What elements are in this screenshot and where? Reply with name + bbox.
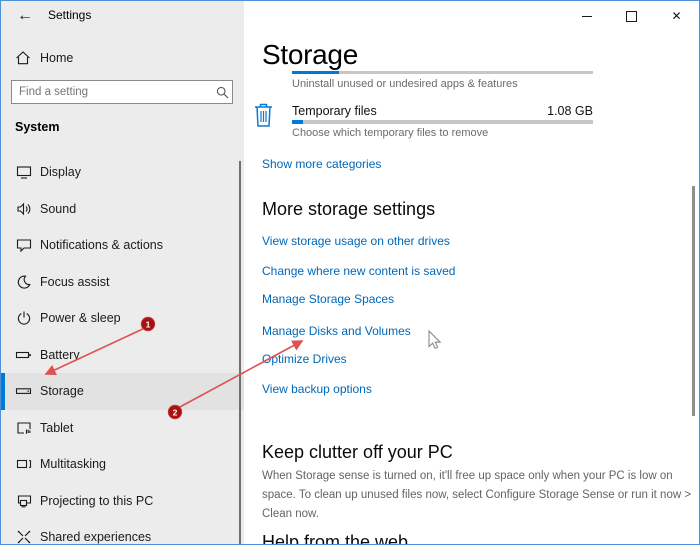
arrow-left-icon: ← — [17, 7, 33, 24]
projecting-icon — [15, 493, 32, 509]
temporary-files-bar — [292, 120, 593, 124]
sidebar-item-storage[interactable]: Storage — [1, 373, 244, 410]
close-button[interactable]: ✕ — [654, 1, 699, 31]
content-scrollbar[interactable] — [692, 186, 695, 416]
sidebar-nav: Display Sound Notifications & actions Fo… — [1, 154, 244, 545]
display-icon — [15, 164, 32, 180]
sidebar-item-notifications[interactable]: Notifications & actions — [1, 227, 244, 264]
change-content-saved-link[interactable]: Change where new content is saved — [262, 264, 455, 278]
maximize-button[interactable] — [609, 1, 654, 31]
sidebar-item-multitasking[interactable]: Multitasking — [1, 446, 244, 483]
maximize-icon — [626, 10, 637, 22]
multitasking-icon — [15, 456, 32, 472]
sidebar-item-focus-assist[interactable]: Focus assist — [1, 264, 244, 301]
keep-clutter-heading: Keep clutter off your PC — [262, 442, 453, 462]
sidebar-item-tablet[interactable]: Tablet — [1, 410, 244, 447]
sidebar-item-label: Storage — [40, 384, 84, 399]
trash-icon — [253, 101, 274, 133]
sound-icon — [15, 201, 32, 217]
temporary-files-bar-fill — [292, 120, 303, 124]
manage-storage-spaces-link[interactable]: Manage Storage Spaces — [262, 292, 394, 306]
storage-usage-caption: Uninstall unused or undesired apps & fea… — [292, 78, 518, 90]
window-controls: ✕ — [564, 1, 699, 31]
keep-clutter-body: When Storage sense is turned on, it'll f… — [262, 470, 692, 520]
storage-usage-bar-fill — [292, 71, 339, 74]
settings-window: ← Settings Home System — [0, 0, 700, 545]
sidebar-item-label: Home — [40, 51, 74, 65]
close-icon: ✕ — [671, 9, 682, 23]
battery-icon — [15, 347, 32, 363]
sidebar-item-label: Projecting to this PC — [40, 493, 154, 508]
titlebar: ← Settings — [1, 1, 244, 31]
sidebar-item-label: Display — [40, 165, 81, 180]
sidebar-item-sound[interactable]: Sound — [1, 191, 244, 228]
shared-experiences-icon — [15, 529, 32, 544]
back-button[interactable]: ← — [11, 3, 39, 29]
sidebar-item-projecting[interactable]: Projecting to this PC — [1, 483, 244, 520]
tablet-icon — [15, 420, 32, 436]
search-box[interactable] — [11, 80, 233, 104]
sidebar-item-home[interactable]: Home — [1, 41, 244, 75]
temporary-files-caption: Choose which temporary files to remove — [292, 127, 489, 139]
focus-assist-icon — [15, 274, 32, 290]
more-storage-settings-heading: More storage settings — [262, 199, 436, 219]
view-backup-options-link[interactable]: View backup options — [262, 382, 372, 396]
storage-icon — [15, 383, 32, 399]
power-sleep-icon — [15, 310, 32, 326]
sidebar-item-shared-experiences[interactable]: Shared experiences — [1, 519, 244, 545]
page-title: Storage — [262, 39, 358, 70]
help-from-web-heading: Help from the web — [262, 532, 409, 545]
sidebar-item-display[interactable]: Display — [1, 154, 244, 191]
view-storage-usage-link[interactable]: View storage usage on other drives — [262, 234, 450, 248]
search-input[interactable] — [12, 86, 212, 98]
sidebar-scrollbar[interactable] — [239, 161, 241, 544]
sidebar-item-label: Multitasking — [40, 457, 106, 472]
sidebar-item-label: Tablet — [40, 420, 74, 435]
minimize-icon — [581, 15, 592, 17]
notifications-icon — [15, 237, 32, 253]
manage-disks-volumes-link[interactable]: Manage Disks and Volumes — [262, 324, 411, 338]
temporary-files-size: 1.08 GB — [547, 104, 593, 118]
optimize-drives-link[interactable]: Optimize Drives — [262, 352, 347, 366]
sidebar-item-label: Shared experiences — [40, 530, 152, 545]
minimize-button[interactable] — [564, 1, 609, 31]
sidebar-item-power-sleep[interactable]: Power & sleep — [1, 300, 244, 337]
sidebar: ← Settings Home System — [1, 1, 244, 544]
sidebar-section-system: System — [15, 120, 60, 134]
sidebar-item-label: Focus assist — [40, 274, 110, 289]
sidebar-item-label: Notifications & actions — [40, 238, 163, 253]
show-more-categories-link[interactable]: Show more categories — [262, 157, 381, 171]
storage-usage-bar — [292, 71, 593, 74]
sidebar-item-label: Power & sleep — [40, 311, 121, 326]
sidebar-item-battery[interactable]: Battery — [1, 337, 244, 374]
sidebar-item-label: Battery — [40, 347, 80, 362]
sidebar-item-label: Sound — [40, 201, 77, 216]
search-icon[interactable] — [212, 86, 232, 99]
home-icon — [15, 50, 31, 66]
window-title: Settings — [48, 8, 92, 22]
